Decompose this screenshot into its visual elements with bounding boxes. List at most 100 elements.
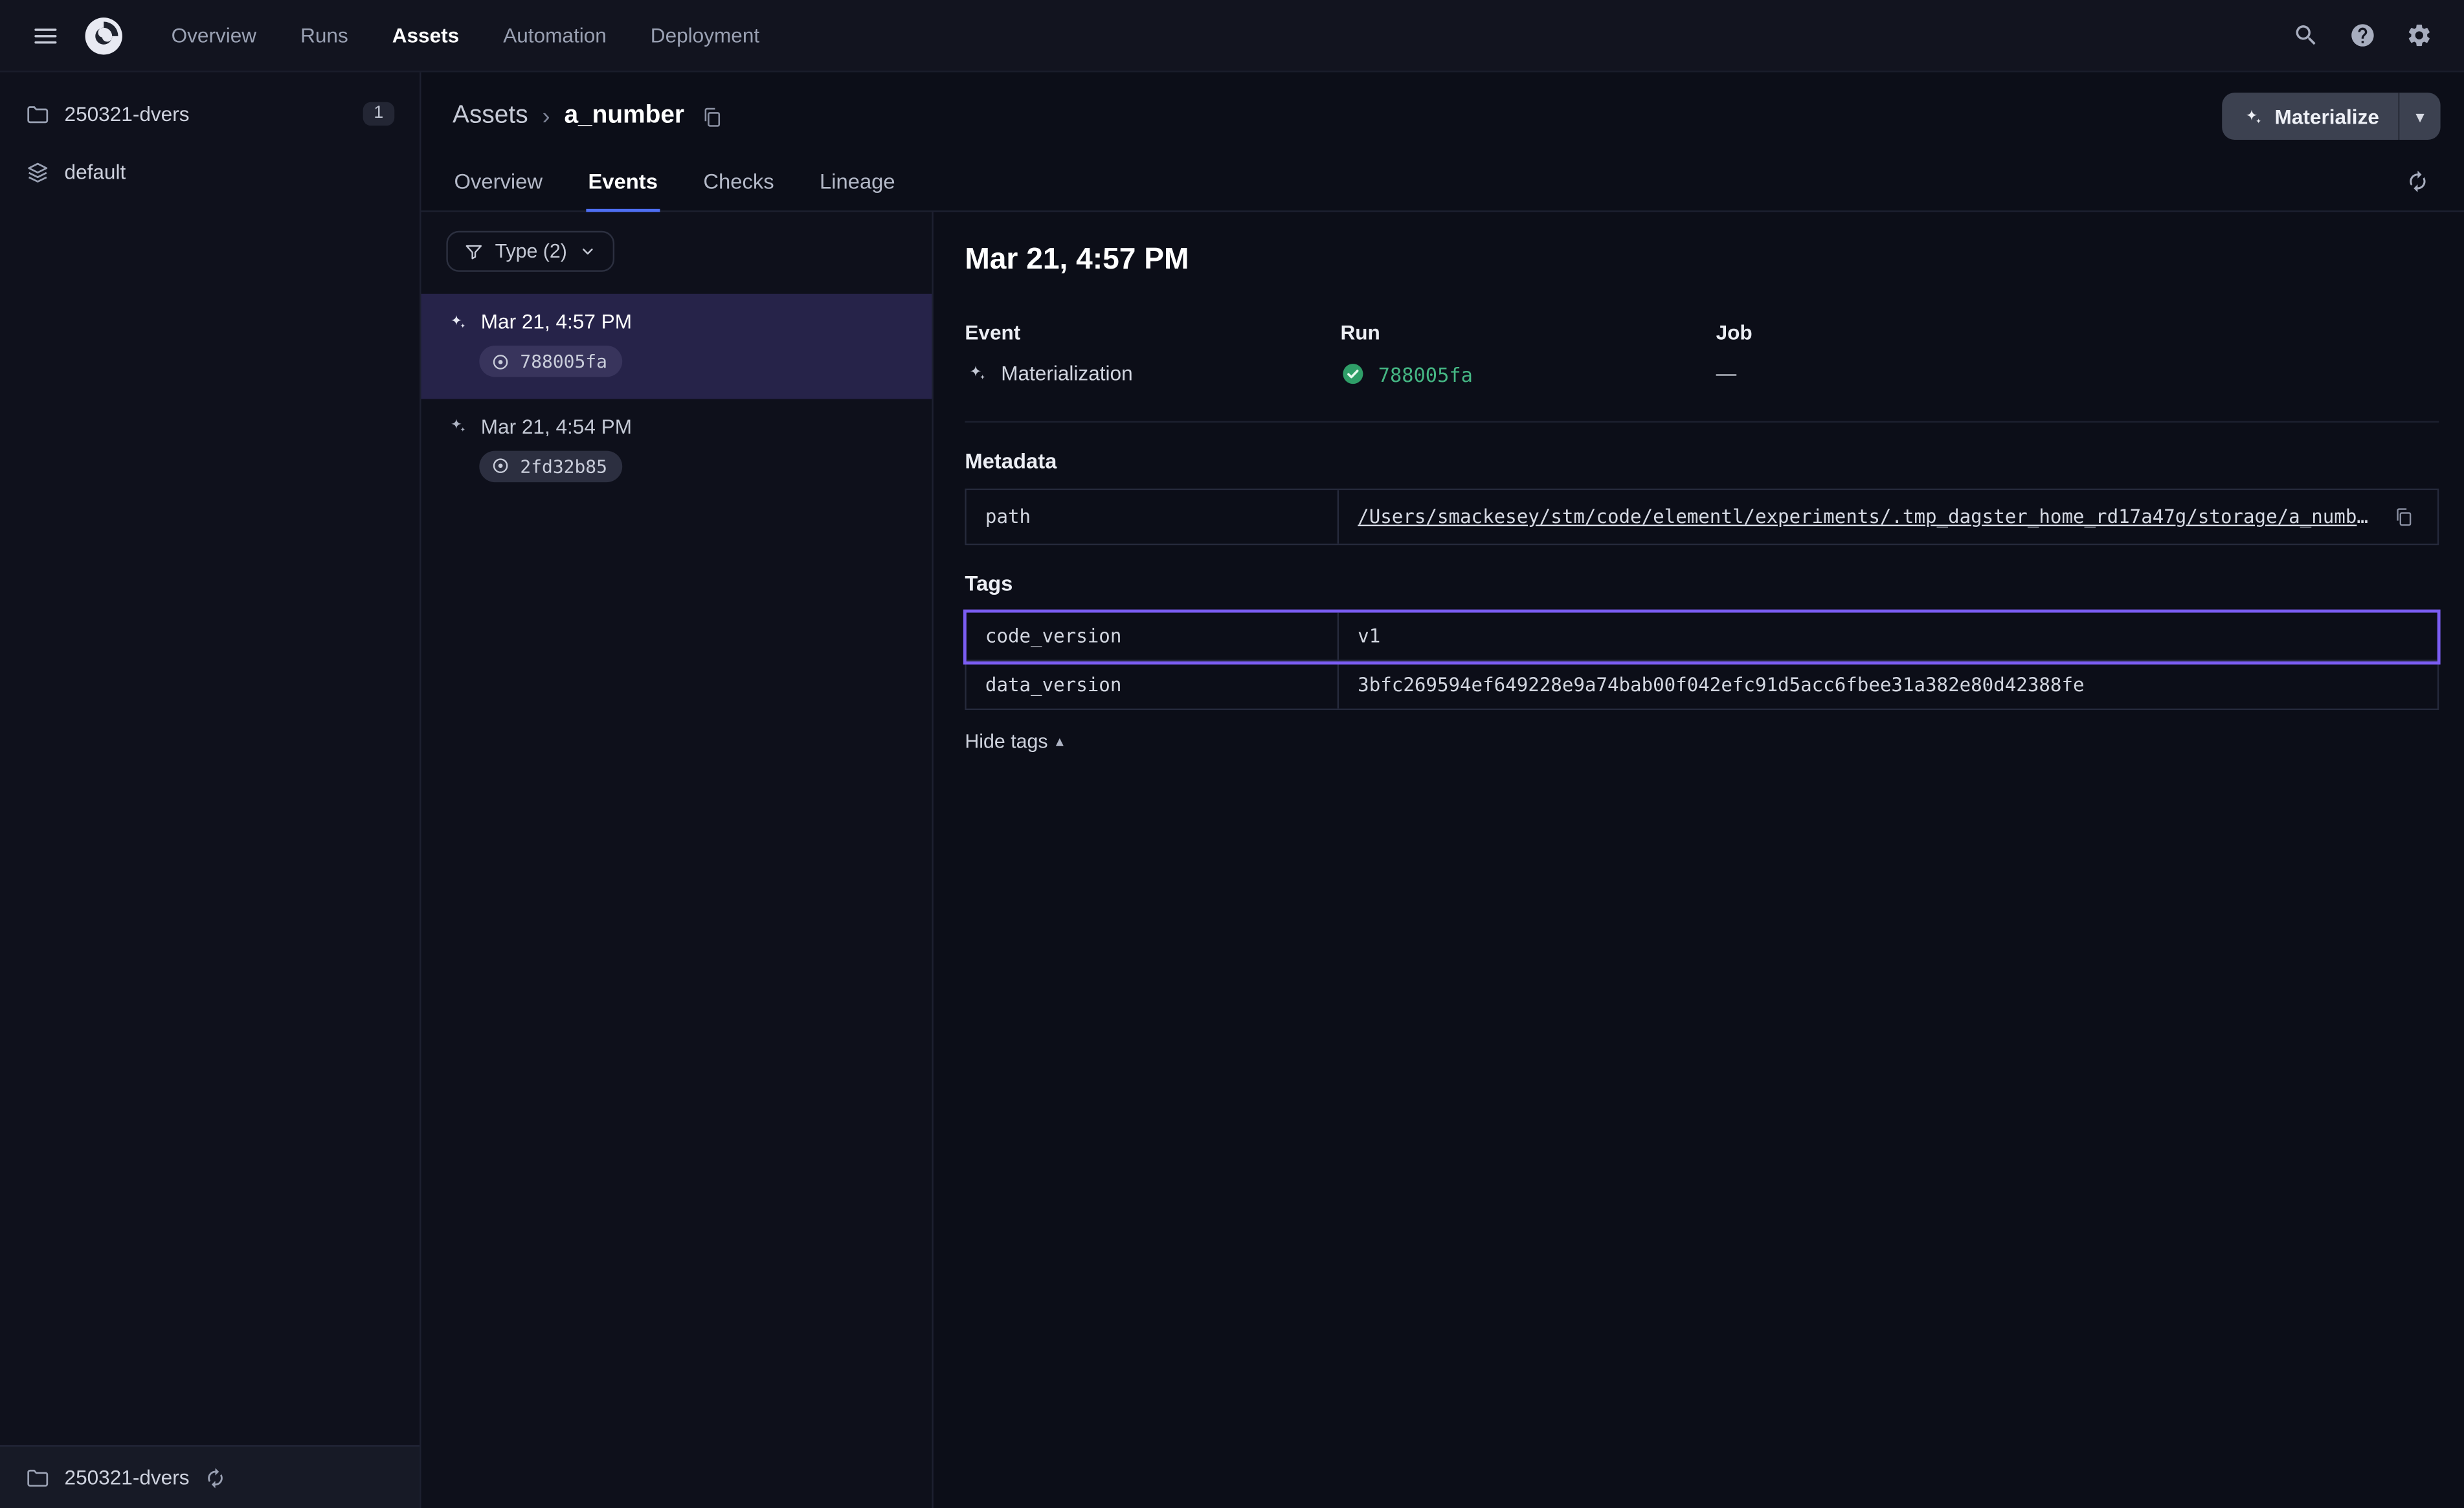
event-type-value: Materialization <box>1001 361 1132 384</box>
caret-up-icon: ▴ <box>1056 733 1064 750</box>
top-navigation: Overview Runs Assets Automation Deployme… <box>0 0 2464 72</box>
run-id-text: 2fd32b85 <box>520 455 607 477</box>
copy-icon <box>2393 506 2415 528</box>
metadata-table: path /Users/smackesey/stm/code/elementl/… <box>965 489 2439 545</box>
asset-tabs-row: Overview Events Checks Lineage <box>421 151 2464 212</box>
tag-key: code_version <box>967 613 1339 660</box>
nav-item-deployment[interactable]: Deployment <box>630 14 780 57</box>
events-content: Type (2) Mar 21, 4:57 PM <box>421 212 2464 1508</box>
viewport: Overview Runs Assets Automation Deployme… <box>0 0 2464 1508</box>
settings-button[interactable] <box>2395 12 2442 59</box>
materialization-icon <box>446 310 468 332</box>
breadcrumb-assets-link[interactable]: Assets <box>453 102 528 131</box>
sidebar-item-label: default <box>65 161 126 184</box>
summary-run-col: Run 788005fa <box>1340 320 1716 386</box>
folder-icon <box>25 1465 50 1490</box>
summary-job-col: Job — <box>1716 320 2092 386</box>
sidebar-item-label: 250321-dvers <box>65 102 190 126</box>
job-label: Job <box>1716 320 2092 344</box>
table-row-code-version: code_version v1 <box>967 613 2437 661</box>
refresh-events-button[interactable] <box>2393 157 2441 205</box>
run-label: Run <box>1340 320 1716 344</box>
search-icon <box>2292 22 2318 49</box>
copy-path-button[interactable] <box>2390 503 2419 531</box>
event-type-filter[interactable]: Type (2) <box>446 231 614 272</box>
refresh-icon <box>2405 169 2428 192</box>
run-id-badge[interactable]: 2fd32b85 <box>479 450 623 482</box>
tags-heading: Tags <box>965 571 2439 595</box>
help-icon <box>2349 22 2375 49</box>
copy-asset-name-button[interactable] <box>699 102 728 131</box>
reload-location-icon[interactable] <box>203 1467 225 1489</box>
event-list-panel: Type (2) Mar 21, 4:57 PM <box>421 212 934 1508</box>
hide-tags-label: Hide tags <box>965 731 1047 753</box>
metadata-key: path <box>967 490 1339 544</box>
run-status-icon <box>490 456 511 476</box>
materialize-button[interactable]: Materialize ▾ <box>2221 93 2441 140</box>
breadcrumb: Assets › a_number <box>453 102 728 131</box>
asset-group-icon <box>25 159 50 184</box>
event-detail-title: Mar 21, 4:57 PM <box>965 243 2439 278</box>
tab-overview[interactable]: Overview <box>453 170 544 210</box>
tag-key: data_version <box>967 661 1339 709</box>
sidebar-item-250321-dvers[interactable]: 250321-dvers 1 <box>0 85 420 143</box>
event-list-item[interactable]: Mar 21, 4:54 PM 2fd32b85 <box>421 398 932 502</box>
asset-catalog-sidebar: 250321-dvers 1 default 250321-dvers <box>0 72 421 1508</box>
nav-item-runs[interactable]: Runs <box>280 14 369 57</box>
folder-icon <box>25 102 50 127</box>
tab-events[interactable]: Events <box>587 170 659 210</box>
filter-icon <box>464 241 484 262</box>
hamburger-icon <box>32 21 60 50</box>
asset-detail-main: Assets › a_number Materialize ▾ <box>421 72 2464 1508</box>
filter-label: Type (2) <box>495 240 567 262</box>
search-button[interactable] <box>2281 12 2329 59</box>
copy-icon <box>702 104 725 128</box>
metadata-path-link[interactable]: /Users/smackesey/stm/code/elementl/exper… <box>1358 506 2377 528</box>
event-detail-panel: Mar 21, 4:57 PM Event Materialization Ru… <box>934 212 2464 1508</box>
breadcrumb-separator: › <box>542 103 550 129</box>
hamburger-menu-button[interactable] <box>22 12 69 59</box>
job-value: — <box>1716 361 1737 384</box>
event-timestamp: Mar 21, 4:57 PM <box>481 309 632 333</box>
chevron-down-icon <box>578 242 597 261</box>
materialization-icon <box>446 415 468 437</box>
tag-value: 3bfc269594ef649228e9a74bab00f042efc91d5a… <box>1339 661 2437 709</box>
hide-tags-button[interactable]: Hide tags ▴ <box>965 731 1064 753</box>
dagster-logo[interactable] <box>78 10 129 61</box>
sidebar-footer-code-location[interactable]: 250321-dvers <box>0 1445 420 1508</box>
tab-lineage[interactable]: Lineage <box>818 170 897 210</box>
tags-table: code_version v1 data_version 3bfc269594e… <box>965 611 2439 710</box>
sidebar-item-default[interactable]: default <box>0 143 420 201</box>
materialization-icon <box>965 361 988 384</box>
code-location-label: 250321-dvers <box>65 1465 190 1489</box>
run-id-badge[interactable]: 788005fa <box>479 346 623 377</box>
run-id-text: 788005fa <box>520 350 607 372</box>
materialize-label: Materialize <box>2275 104 2379 128</box>
event-timestamp: Mar 21, 4:54 PM <box>481 414 632 438</box>
event-label: Event <box>965 320 1340 344</box>
materialize-dropdown-caret[interactable]: ▾ <box>2399 93 2440 140</box>
nav-item-overview[interactable]: Overview <box>151 14 277 57</box>
run-id-link[interactable]: 788005fa <box>1378 362 1473 385</box>
table-row: path /Users/smackesey/stm/code/elementl/… <box>967 490 2437 544</box>
event-list-item[interactable]: Mar 21, 4:57 PM 788005fa <box>421 294 932 398</box>
table-row-data-version: data_version 3bfc269594ef649228e9a74bab0… <box>967 661 2437 709</box>
gear-icon <box>2405 22 2432 49</box>
asset-count-badge: 1 <box>363 102 394 126</box>
nav-item-automation[interactable]: Automation <box>483 14 627 57</box>
run-success-icon <box>1340 361 1365 386</box>
tab-checks[interactable]: Checks <box>702 170 776 210</box>
asset-tabs: Overview Events Checks Lineage <box>453 170 897 210</box>
primary-nav: Overview Runs Assets Automation Deployme… <box>151 14 780 57</box>
run-status-icon <box>490 351 511 371</box>
sparkle-icon <box>2240 104 2263 128</box>
tag-value: v1 <box>1339 613 2437 660</box>
help-button[interactable] <box>2338 12 2386 59</box>
nav-item-assets[interactable]: Assets <box>372 14 480 57</box>
divider <box>965 421 2439 422</box>
page-title: a_number <box>564 102 684 131</box>
asset-header: Assets › a_number Materialize ▾ <box>421 72 2464 151</box>
topnav-actions <box>2281 12 2442 59</box>
dagster-app: Overview Runs Assets Automation Deployme… <box>0 0 2464 1508</box>
metadata-heading: Metadata <box>965 449 2439 472</box>
